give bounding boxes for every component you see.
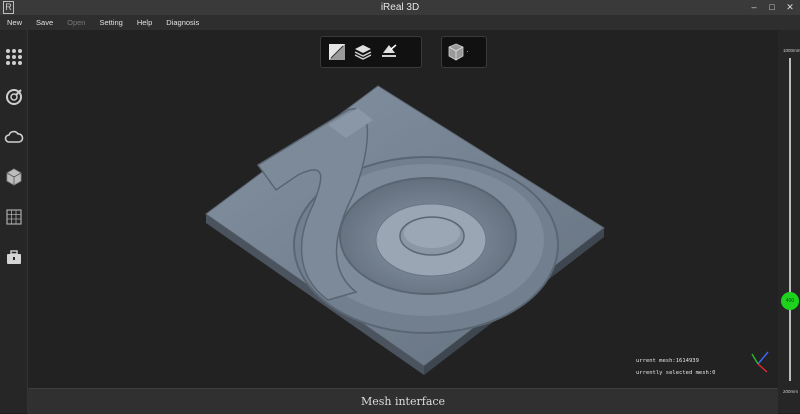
sidebar-item-tools[interactable]	[3, 246, 24, 267]
maximize-button[interactable]: □	[766, 1, 778, 13]
selected-mesh-count: urrently selected mesh:0	[636, 370, 716, 376]
menu-bar: New Save Open Setting Help Diagnosis	[0, 15, 800, 30]
menu-open: Open	[67, 18, 86, 27]
axis-gizmo-icon	[751, 351, 769, 373]
mesh-info-panel: urrent mesh:1614939 urrently selected me…	[636, 355, 715, 379]
current-mesh-count: urrent mesh:1614939	[636, 358, 699, 364]
slider-min-label: 200mm	[783, 389, 799, 394]
sidebar-item-overview[interactable]	[3, 46, 24, 67]
depth-slider-panel: 1000mm 400 200mm	[778, 30, 800, 413]
cloud-icon	[4, 130, 23, 143]
menu-diagnosis[interactable]: Diagnosis	[159, 15, 206, 30]
title-bar: R iReal 3D – □ ✕	[0, 0, 800, 16]
depth-slider-track[interactable]	[789, 58, 791, 381]
grid-icon	[5, 208, 22, 225]
mesh-model-render	[205, 85, 605, 375]
scan-icon	[5, 88, 22, 105]
mesh-cube-icon	[6, 168, 21, 185]
sidebar-item-mesh[interactable]	[3, 166, 24, 187]
sidebar-item-cloud[interactable]	[3, 126, 24, 147]
sidebar-item-grid[interactable]	[3, 206, 24, 227]
close-button[interactable]: ✕	[784, 1, 796, 13]
minimize-button[interactable]: –	[748, 1, 760, 13]
menu-new[interactable]: New	[0, 15, 29, 30]
menu-save[interactable]: Save	[29, 15, 60, 30]
left-sidebar	[0, 30, 28, 413]
depth-slider-thumb[interactable]: 400	[781, 292, 799, 310]
grid-dots-icon	[5, 48, 22, 65]
window-controls: – □ ✕	[748, 1, 796, 13]
slider-max-label: 1000mm	[783, 48, 800, 53]
menu-help[interactable]: Help	[130, 15, 159, 30]
status-bar: Mesh interface	[28, 388, 778, 414]
window-title: iReal 3D	[380, 2, 420, 13]
sidebar-item-scan[interactable]	[3, 86, 24, 107]
toolbox-icon	[6, 249, 21, 264]
menu-setting[interactable]: Setting	[92, 15, 129, 30]
3d-viewport[interactable]: urrent mesh:1614939 urrently selected me…	[28, 30, 778, 388]
